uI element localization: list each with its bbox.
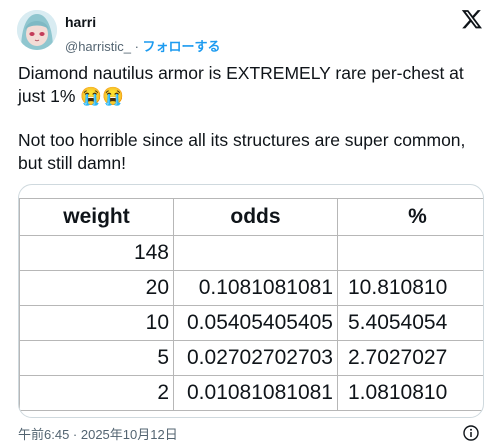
- table-row: 5 0.02702702703 2.7027027: [19, 340, 483, 376]
- cell-percent: [337, 235, 483, 271]
- cell-weight: 10: [19, 305, 174, 341]
- tweet-media-image[interactable]: weight odds % 148 20 0.1081081081 10.810…: [18, 184, 484, 418]
- cell-weight: 5: [19, 340, 174, 376]
- cell-weight: 20: [19, 270, 174, 306]
- cell-odds: 0.02702702703: [173, 340, 338, 376]
- header-odds: odds: [173, 198, 338, 236]
- cell-percent: 5.4054054: [337, 305, 483, 341]
- tweet-text: Diamond nautilus armor is EXTREMELY rare…: [18, 62, 488, 174]
- separator: ·: [134, 39, 139, 54]
- cell-weight: 148: [19, 235, 174, 271]
- tweet-timestamp[interactable]: 午前6:45 · 2025年10月12日: [18, 424, 178, 443]
- cell-percent: 10.810810: [337, 270, 483, 306]
- table-row: 148: [19, 235, 483, 271]
- x-logo-icon[interactable]: [461, 8, 483, 30]
- cell-weight: 2: [19, 375, 174, 411]
- cell-odds: 0.1081081081: [173, 270, 338, 306]
- table-row: 10 0.05405405405 5.4054054: [19, 305, 483, 341]
- info-icon[interactable]: [463, 425, 479, 441]
- odds-table: weight odds % 148 20 0.1081081081 10.810…: [19, 198, 483, 411]
- tweet-line-1: Diamond nautilus armor is EXTREMELY rare…: [18, 63, 464, 106]
- table-header-row: weight odds %: [19, 198, 483, 236]
- cell-percent: 1.0810810: [337, 375, 483, 411]
- cell-odds: [173, 235, 338, 271]
- author-handle-row: @harristic_ · フォローする: [65, 36, 221, 55]
- follow-button[interactable]: フォローする: [143, 39, 221, 54]
- table-row: 20 0.1081081081 10.810810: [19, 270, 483, 306]
- cell-percent: 2.7027027: [337, 340, 483, 376]
- cell-odds: 0.05405405405: [173, 305, 338, 341]
- tweet-header: harri @harristic_ · フォローする: [17, 8, 487, 56]
- avatar-image: [17, 10, 57, 50]
- spreadsheet: weight odds % 148 20 0.1081081081 10.810…: [19, 198, 483, 411]
- author-handle[interactable]: @harristic_: [65, 39, 131, 54]
- header-percent: %: [337, 198, 483, 236]
- cell-odds: 0.01081081081: [173, 375, 338, 411]
- avatar[interactable]: [17, 10, 57, 50]
- header-weight: weight: [19, 198, 174, 236]
- tweet-line-2: Not too horrible since all its structure…: [18, 130, 466, 173]
- table-row: 2 0.01081081081 1.0810810: [19, 375, 483, 411]
- author-name[interactable]: harri: [65, 14, 96, 30]
